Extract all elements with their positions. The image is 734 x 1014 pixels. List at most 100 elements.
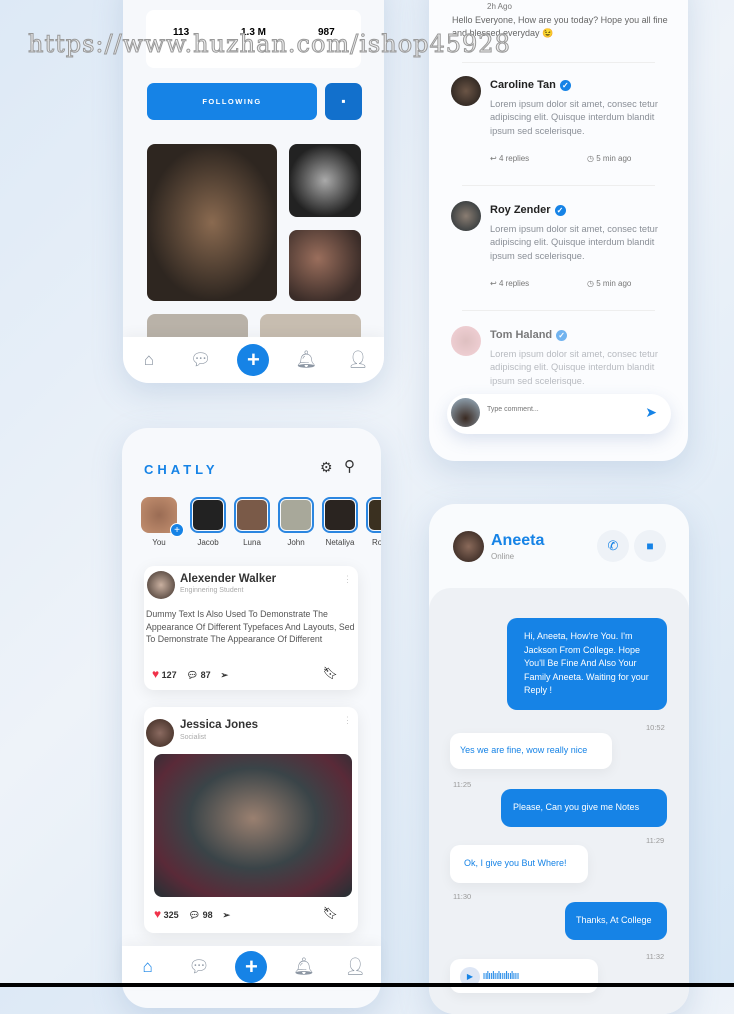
story-avatar xyxy=(234,497,270,533)
search-icon[interactable]: ⚲ xyxy=(344,457,355,475)
story-avatar xyxy=(278,497,314,533)
avatar[interactable] xyxy=(146,719,174,747)
message-sent: Thanks, At College xyxy=(565,902,667,940)
post-author[interactable]: Alexender Walker xyxy=(180,573,276,585)
comment-author[interactable]: Caroline Tan xyxy=(490,79,556,91)
user-icon[interactable]: 👤︎ xyxy=(343,350,373,370)
comment-author[interactable]: Tom Haland xyxy=(490,329,552,341)
chat-icon[interactable]: 💬︎ xyxy=(186,350,216,370)
post-role: Enginnering Student xyxy=(180,587,244,594)
gallery-photo[interactable] xyxy=(289,230,361,301)
divider xyxy=(462,185,655,186)
comment-text: Lorem ipsum dolor sit amet, consec tetur… xyxy=(490,224,658,261)
home-icon[interactable]: ⌂ xyxy=(133,957,163,977)
comment: Caroline Tan ✓ Lorem ipsum dolor sit amet… xyxy=(451,76,662,166)
post-author[interactable]: Jessica Jones xyxy=(180,719,258,731)
voice-message: ▶ ıılıılıılııılıılııı xyxy=(450,959,598,993)
comment-icon[interactable]: 💬︎ xyxy=(189,910,200,920)
story-avatar xyxy=(190,497,226,533)
contact-name: Aneeta xyxy=(491,532,545,549)
profile-card: 113 1.3 M 987 FOLLOWING ▪ ⌂ 💬︎ + 🔔︎ 👤︎ xyxy=(123,0,384,383)
message-button[interactable]: ▪ xyxy=(325,83,362,120)
plus-icon[interactable]: + xyxy=(237,344,270,376)
story-item[interactable]: John xyxy=(278,497,314,547)
comment-icon[interactable]: 💬︎ xyxy=(187,670,198,680)
comment: Tom Haland ✓ Lorem ipsum dolor sit amet, … xyxy=(451,326,662,386)
share-icon[interactable]: ➢ xyxy=(221,670,229,680)
clock-icon: ◷ xyxy=(587,279,594,288)
stat-followers: 1.3 M xyxy=(241,27,267,38)
story-item[interactable]: Ro xyxy=(366,497,381,547)
home-icon[interactable]: ⌂ xyxy=(134,350,164,370)
replies-count[interactable]: 4 replies xyxy=(499,154,529,163)
avatar[interactable] xyxy=(147,571,175,599)
post-text: Dummy Text Is Also Used To Demonstrate T… xyxy=(146,609,355,645)
story-label: Netaliya xyxy=(325,538,355,547)
share-icon[interactable]: ➢ xyxy=(223,910,231,920)
bell-icon[interactable]: 🔔︎ xyxy=(291,350,321,370)
gallery-photo[interactable] xyxy=(289,144,361,217)
comment-text: Lorem ipsum dolor sit amet, consec tetur… xyxy=(490,99,658,136)
replies-count[interactable]: 4 replies xyxy=(499,279,529,288)
comment-author[interactable]: Roy Zender xyxy=(490,204,551,216)
stats-box: 113 1.3 M 987 xyxy=(146,10,361,68)
stat-posts: 113 xyxy=(173,27,190,38)
message-received: Ok, I give you But Where! xyxy=(450,845,588,883)
add-story-icon[interactable]: + xyxy=(170,523,184,537)
video-call-button[interactable]: ■ xyxy=(634,530,666,562)
story-item[interactable]: Netaliya xyxy=(322,497,358,547)
post-time: 2h Ago xyxy=(487,2,512,11)
post-image[interactable] xyxy=(154,754,352,897)
verified-icon: ✓ xyxy=(559,80,571,91)
comments-card: 2h Ago Hello Everyone, How are you today… xyxy=(429,0,688,461)
story-item[interactable]: Jacob xyxy=(190,497,226,547)
verified-icon: ✓ xyxy=(556,330,568,341)
comment: Roy Zender ✓ Lorem ipsum dolor sit amet, … xyxy=(451,201,662,291)
chat-icon[interactable]: 💬︎ xyxy=(184,957,214,977)
like-count: 325 xyxy=(163,910,179,920)
post-card: Jessica Jones Socialist ⋮ ♥ 325 💬︎ 98 ➢ … xyxy=(144,707,358,933)
stat-following: 987 xyxy=(318,27,335,38)
settings-icon[interactable]: ⚙ xyxy=(320,459,333,476)
bottom-bar xyxy=(0,983,734,987)
bottom-nav: ⌂ 💬︎ + 🔔︎ 👤︎ xyxy=(123,337,384,383)
more-icon[interactable]: ⋮ xyxy=(343,574,352,585)
plus-icon[interactable]: + xyxy=(235,950,268,983)
reply-icon[interactable]: ↩ xyxy=(490,279,497,288)
bell-icon[interactable]: 🔔︎ xyxy=(289,957,319,977)
verified-icon: ✓ xyxy=(554,205,566,216)
divider xyxy=(462,310,655,311)
app-logo: CHATLY xyxy=(144,462,219,477)
comment-input[interactable] xyxy=(487,406,627,413)
chat-bubble-icon: ▪ xyxy=(341,94,346,108)
following-button[interactable]: FOLLOWING xyxy=(147,83,317,120)
story-label: John xyxy=(287,538,305,547)
send-icon[interactable]: ➤ xyxy=(645,404,657,421)
message-time: 11:30 xyxy=(453,892,472,901)
story-label: Luna xyxy=(243,538,261,547)
avatar[interactable] xyxy=(451,326,481,356)
like-icon[interactable]: ♥ xyxy=(152,667,159,681)
like-icon[interactable]: ♥ xyxy=(154,907,161,921)
avatar[interactable] xyxy=(451,76,481,106)
bookmark-icon[interactable]: 🔖︎ xyxy=(323,906,338,920)
story-avatar: + xyxy=(141,497,184,537)
comment-text: Lorem ipsum dolor sit amet, consec tetur… xyxy=(490,349,658,386)
story-label: Ro xyxy=(372,538,381,547)
story-you[interactable]: + You xyxy=(141,497,184,547)
user-icon[interactable]: 👤︎ xyxy=(340,957,370,977)
story-item[interactable]: Luna xyxy=(234,497,270,547)
avatar[interactable] xyxy=(451,201,481,231)
waveform[interactable]: ıılıılıılııılıılııı xyxy=(483,970,520,982)
contact-status: Online xyxy=(491,552,515,561)
phone-icon: ✆ xyxy=(607,538,619,553)
gallery-photo[interactable] xyxy=(147,144,277,301)
post-text: Hello Everyone, How are you today? Hope … xyxy=(452,15,668,38)
comment-count: 98 xyxy=(202,910,213,920)
more-icon[interactable]: ⋮ xyxy=(343,715,352,726)
reply-icon[interactable]: ↩ xyxy=(490,154,497,163)
contact-avatar[interactable] xyxy=(453,531,484,562)
call-button[interactable]: ✆ xyxy=(597,530,629,562)
like-count: 127 xyxy=(161,670,177,680)
bookmark-icon[interactable]: 🔖︎ xyxy=(323,666,338,680)
